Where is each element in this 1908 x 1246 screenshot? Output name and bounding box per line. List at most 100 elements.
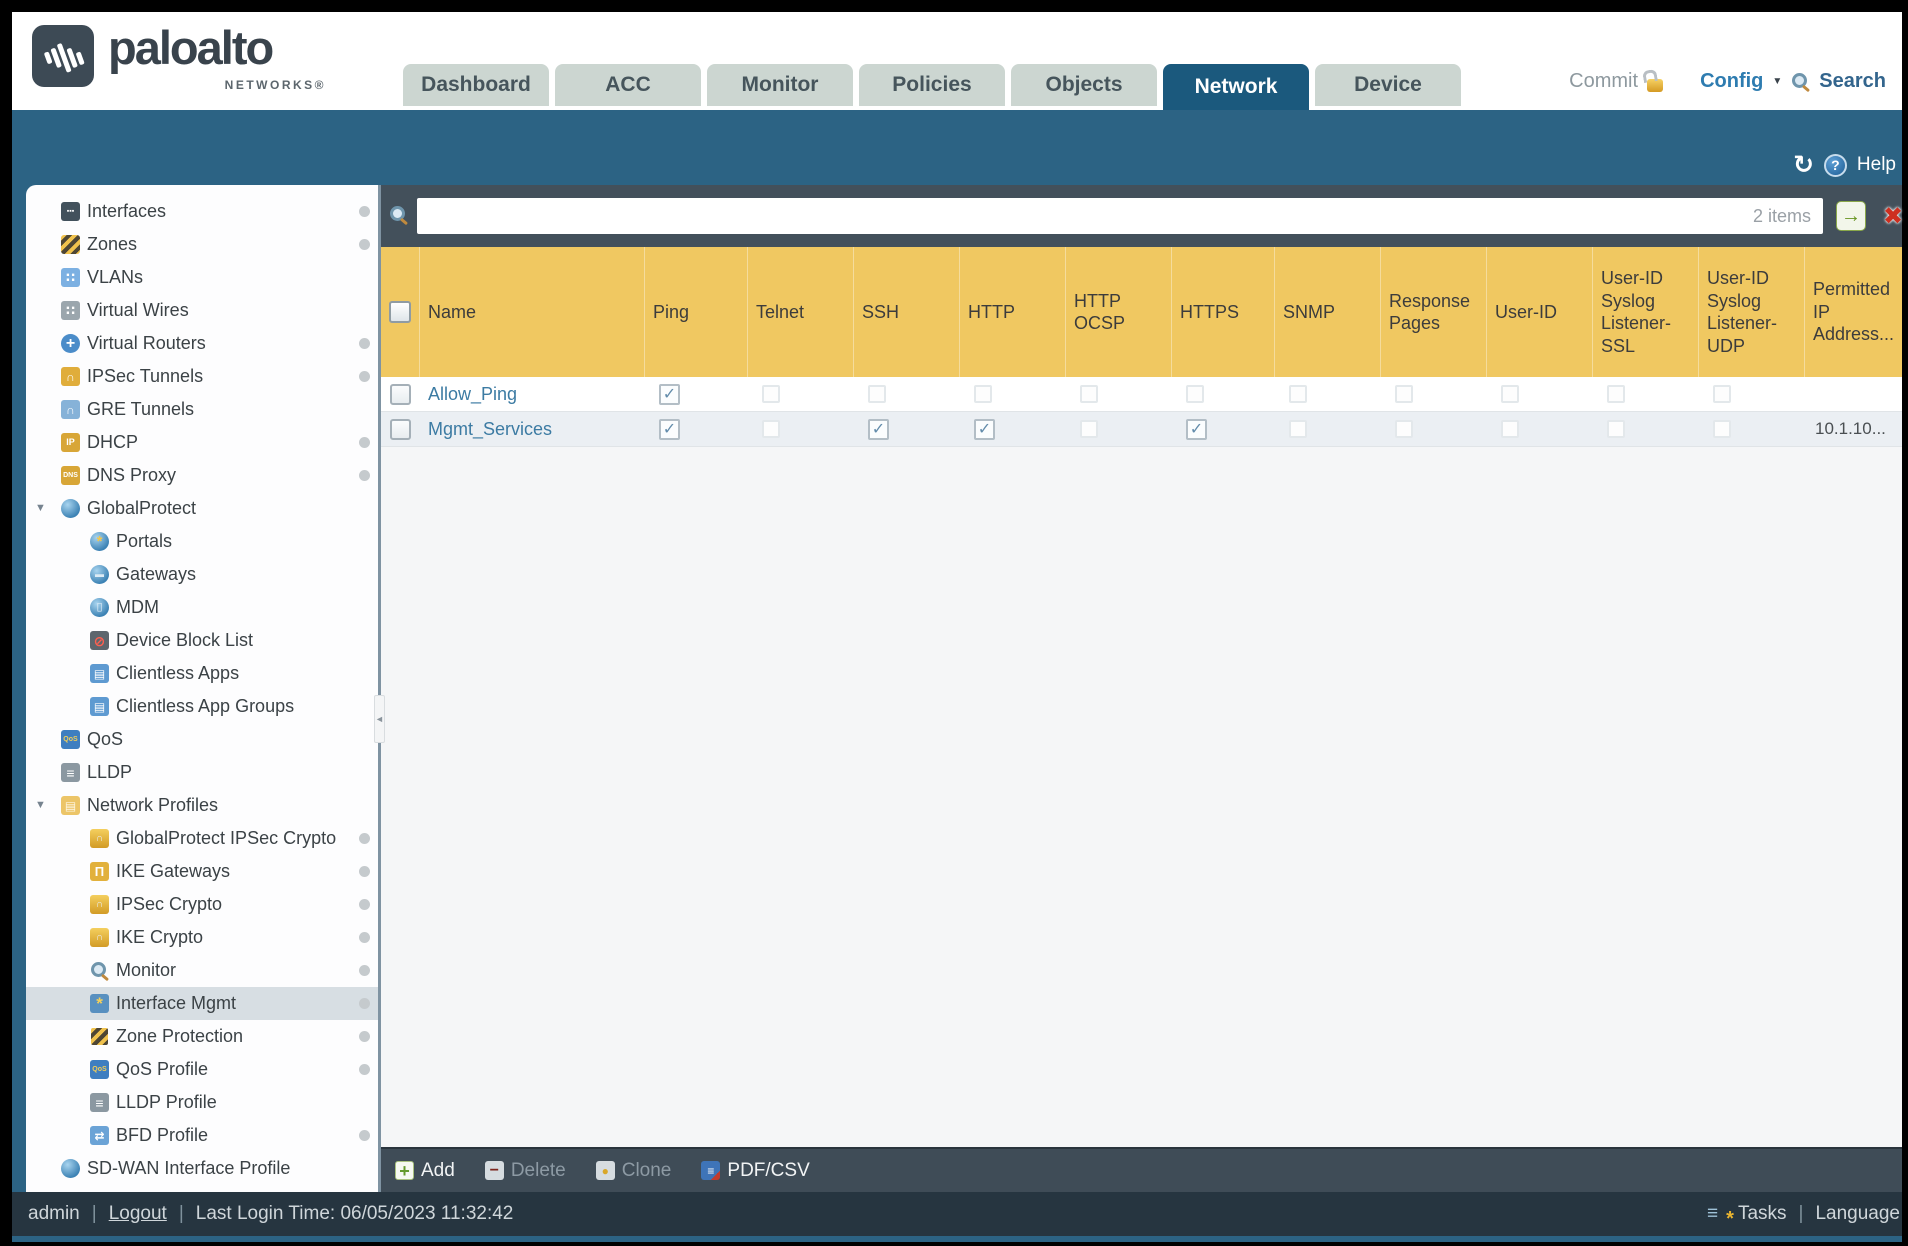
sidebar-item-gre-tunnels[interactable]: ∩ GRE Tunnels bbox=[26, 393, 378, 426]
column-header-telnet[interactable]: Telnet bbox=[748, 247, 854, 377]
status-dot bbox=[359, 965, 370, 976]
checked-icon: ✓ bbox=[659, 418, 680, 440]
body-row: ▪▪▪ Interfaces Zones ∷ VLANs ∷ Virtual Wires + V… bbox=[12, 185, 1903, 1192]
clone-button[interactable]: ● Clone bbox=[595, 1160, 671, 1182]
column-header-uid_ssl[interactable]: User-ID Syslog Listener-SSL bbox=[1593, 247, 1699, 377]
unchecked-box bbox=[1607, 385, 1625, 403]
sidebar-item-label: Monitor bbox=[116, 960, 177, 980]
sidebar-item-interfaces[interactable]: ▪▪▪ Interfaces bbox=[26, 195, 378, 228]
lock-icon[interactable] bbox=[1647, 78, 1664, 92]
column-header-response_pages[interactable]: Response Pages bbox=[1381, 247, 1487, 377]
tasks-button[interactable]: Tasks bbox=[1738, 1203, 1787, 1225]
sidebar-item-ike-crypto[interactable]: ∩ IKE Crypto bbox=[26, 921, 378, 954]
sidebar-item-label: GlobalProtect IPSec Crypto bbox=[116, 828, 337, 848]
unchecked-box bbox=[868, 385, 886, 403]
sidebar-item-qos-profile[interactable]: QoS QoS Profile bbox=[26, 1053, 378, 1086]
separator: | bbox=[91, 1203, 97, 1224]
sidebar-item-clientless-app-groups[interactable]: ▤ Clientless App Groups bbox=[26, 690, 378, 723]
language-button[interactable]: Language bbox=[1815, 1203, 1900, 1225]
tab-dashboard[interactable]: Dashboard bbox=[403, 64, 549, 106]
chevron-down-icon[interactable]: ▼ bbox=[1772, 76, 1782, 87]
column-header-http[interactable]: HTTP bbox=[960, 247, 1066, 377]
logout-link[interactable]: Logout bbox=[109, 1203, 167, 1225]
tab-network[interactable]: Network bbox=[1163, 64, 1309, 110]
sidebar-item-vlans[interactable]: ∷ VLANs bbox=[26, 261, 378, 294]
expander-icon[interactable]: ▼ bbox=[35, 799, 46, 811]
column-header-uid_udp[interactable]: User-ID Syslog Listener-UDP bbox=[1699, 247, 1805, 377]
tab-device[interactable]: Device bbox=[1315, 64, 1461, 106]
row-checkbox[interactable] bbox=[390, 383, 411, 405]
refresh-icon[interactable]: ↻ bbox=[1793, 153, 1814, 178]
sidebar-item-ipsec-tunnels[interactable]: ∩ IPSec Tunnels bbox=[26, 360, 378, 393]
tasks-icon: ≡ bbox=[1707, 1203, 1734, 1231]
cell-uid_udp bbox=[1699, 377, 1805, 411]
sidebar-item-portals[interactable]: * Portals bbox=[26, 525, 378, 558]
tab-objects[interactable]: Objects bbox=[1011, 64, 1157, 106]
select-all-checkbox[interactable] bbox=[389, 301, 411, 323]
sidebar-collapse-handle[interactable]: ◄ bbox=[374, 695, 385, 743]
tab-acc[interactable]: ACC bbox=[555, 64, 701, 106]
column-header-name[interactable]: Name bbox=[420, 247, 645, 377]
add-button[interactable]: + Add bbox=[395, 1160, 455, 1182]
sidebar-item-qos[interactable]: QoS QoS bbox=[26, 723, 378, 756]
sidebar-item-virtual-routers[interactable]: + Virtual Routers bbox=[26, 327, 378, 360]
column-header-ping[interactable]: Ping bbox=[645, 247, 748, 377]
column-header-user_id[interactable]: User-ID bbox=[1487, 247, 1593, 377]
filter-input[interactable] bbox=[417, 198, 1823, 234]
clear-filter-button[interactable]: ✖ bbox=[1878, 201, 1908, 231]
tab-monitor[interactable]: Monitor bbox=[707, 64, 853, 106]
expander-icon[interactable]: ▼ bbox=[35, 502, 46, 514]
help-icon[interactable]: ? bbox=[1823, 153, 1847, 177]
cell-response_pages bbox=[1381, 377, 1487, 411]
column-header-label: SNMP bbox=[1283, 301, 1336, 322]
delete-button[interactable]: − Delete bbox=[484, 1160, 566, 1182]
sidebar-item-mdm[interactable]: ▯ MDM bbox=[26, 591, 378, 624]
sidebar-item-globalprotect[interactable]: ▼ GlobalProtect bbox=[26, 492, 378, 525]
sidebar-item-ike-gateways[interactable]: Π IKE Gateways bbox=[26, 855, 378, 888]
help-label[interactable]: Help bbox=[1857, 154, 1896, 176]
sdwan-icon bbox=[61, 1159, 80, 1178]
column-header-snmp[interactable]: SNMP bbox=[1275, 247, 1381, 377]
sidebar-item-dns-proxy[interactable]: DNS DNS Proxy bbox=[26, 459, 378, 492]
sidebar-item-lldp-profile[interactable]: ≡ LLDP Profile bbox=[26, 1086, 378, 1119]
unchecked-box bbox=[1501, 420, 1519, 438]
sidebar-item-label: SD-WAN Interface Profile bbox=[87, 1158, 291, 1178]
cell-http_ocsp bbox=[1066, 377, 1172, 411]
sidebar-item-monitor[interactable]: Monitor bbox=[26, 954, 378, 987]
sidebar-item-zones[interactable]: Zones bbox=[26, 228, 378, 261]
config-button[interactable]: Config bbox=[1700, 70, 1763, 93]
profile-name-link[interactable]: Allow_Ping bbox=[428, 384, 517, 405]
column-header-https[interactable]: HTTPS bbox=[1172, 247, 1275, 377]
profile-name-link[interactable]: Mgmt_Services bbox=[428, 419, 552, 440]
tab-policies[interactable]: Policies bbox=[859, 64, 1005, 106]
row-checkbox[interactable] bbox=[390, 418, 411, 440]
sidebar-item-gateways[interactable]: ▬ Gateways bbox=[26, 558, 378, 591]
sidebar-item-lldp[interactable]: ≡ LLDP bbox=[26, 756, 378, 789]
unchecked-box bbox=[1395, 385, 1413, 403]
sidebar-item-bfd-profile[interactable]: ⇄ BFD Profile bbox=[26, 1119, 378, 1152]
search-button[interactable]: Search bbox=[1819, 70, 1886, 93]
commit-button[interactable]: Commit bbox=[1569, 70, 1638, 93]
sidebar-item-network-profiles[interactable]: ▼ ▤ Network Profiles bbox=[26, 789, 378, 822]
permitted-ip-cell: 10.1.10... bbox=[1805, 412, 1902, 446]
sidebar-item-zone-protection[interactable]: Zone Protection bbox=[26, 1020, 378, 1053]
qos-icon: QoS bbox=[61, 730, 80, 749]
sidebar-item-device-block-list[interactable]: ⊘ Device Block List bbox=[26, 624, 378, 657]
column-header-ssh[interactable]: SSH bbox=[854, 247, 960, 377]
sidebar-item-clientless-apps[interactable]: ▤ Clientless Apps bbox=[26, 657, 378, 690]
sidebar-item-virtual-wires[interactable]: ∷ Virtual Wires bbox=[26, 294, 378, 327]
column-header-http_ocsp[interactable]: HTTP OCSP bbox=[1066, 247, 1172, 377]
pdf-csv-button[interactable]: ≡ PDF/CSV bbox=[701, 1160, 810, 1182]
column-header-permitted[interactable]: Permitted IP Address... bbox=[1805, 247, 1902, 377]
sidebar-item-ipsec-crypto[interactable]: ∩ IPSec Crypto bbox=[26, 888, 378, 921]
sidebar-item-sd-wan-interface-profile[interactable]: SD-WAN Interface Profile bbox=[26, 1152, 378, 1185]
sidebar-item-globalprotect-ipsec-crypto[interactable]: ∩ GlobalProtect IPSec Crypto bbox=[26, 822, 378, 855]
sidebar-item-interface-mgmt[interactable]: * Interface Mgmt bbox=[26, 987, 378, 1020]
sidebar-item-dhcp[interactable]: IP DHCP bbox=[26, 426, 378, 459]
unchecked-box bbox=[1080, 385, 1098, 403]
app-window: paloalto NETWORKS® Dashboard ACC Monitor Po… bbox=[12, 12, 1903, 1242]
status-dot bbox=[359, 899, 370, 910]
sidebar-item-label: Zone Protection bbox=[116, 1026, 244, 1046]
apply-filter-button[interactable]: → bbox=[1836, 201, 1866, 231]
lldp-icon: ≡ bbox=[61, 763, 80, 782]
